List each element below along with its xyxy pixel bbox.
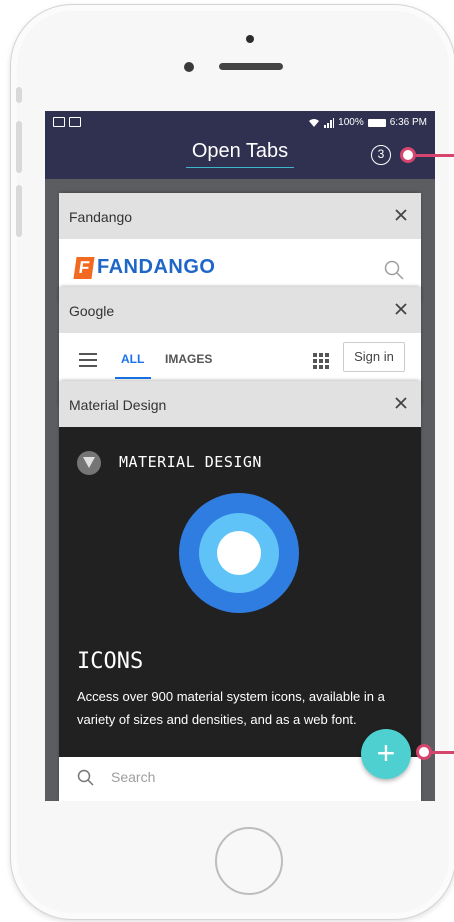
- calendar-icon: [53, 117, 65, 127]
- section-heading: ICONS: [77, 649, 144, 674]
- apps-grid-icon: [313, 353, 329, 369]
- fandango-logo-text: FANDANGO: [97, 256, 216, 278]
- tab-count-badge[interactable]: 3: [371, 145, 391, 165]
- system-icons: 100% 6:36 PM: [308, 117, 427, 128]
- close-icon[interactable]: [391, 393, 411, 413]
- signal-icon: [324, 117, 335, 128]
- sign-in-button: Sign in: [343, 342, 405, 372]
- tab-title: Material Design: [69, 397, 167, 413]
- close-icon[interactable]: [391, 299, 411, 319]
- status-bar: 100% 6:36 PM: [45, 111, 435, 137]
- search-icon: [384, 260, 404, 280]
- google-tab-all: ALL: [121, 352, 145, 366]
- new-tab-button[interactable]: +: [361, 729, 411, 779]
- tab-title: Google: [69, 303, 115, 319]
- section-description: Access over 900 material system icons, a…: [77, 689, 385, 727]
- active-tab-indicator: [115, 377, 151, 379]
- material-design-logo: [77, 451, 101, 475]
- google-tab-images: IMAGES: [165, 352, 213, 366]
- earpiece-speaker: [219, 63, 283, 70]
- title-underline: [186, 167, 294, 168]
- volume-up-button: [16, 121, 22, 173]
- proximity-sensor: [184, 62, 194, 72]
- fandango-logo-mark: F: [73, 256, 95, 279]
- search-placeholder: Search: [111, 769, 156, 785]
- page-title: Open Tabs: [191, 140, 289, 162]
- battery-icon: [367, 118, 386, 127]
- home-button[interactable]: [215, 827, 283, 895]
- material-design-brand: MATERIAL DESIGN: [119, 453, 262, 471]
- volume-down-button: [16, 185, 22, 237]
- tab-preview: F FANDANGO: [59, 239, 421, 293]
- tab-card-header: Fandango: [59, 193, 421, 239]
- search-icon: [77, 769, 94, 786]
- mail-icon: [69, 117, 81, 127]
- notification-icons: [53, 117, 81, 127]
- close-icon[interactable]: [391, 205, 411, 225]
- silent-switch: [16, 87, 22, 103]
- wifi-icon: [309, 118, 320, 127]
- screen: 100% 6:36 PM Open Tabs 3 Fandango F FAND…: [45, 111, 435, 801]
- tab-card-header: Material Design: [59, 381, 421, 427]
- clock: 6:36 PM: [389, 117, 427, 128]
- app-bar: Open Tabs 3: [45, 137, 435, 179]
- fandango-logo: F FANDANGO: [73, 256, 216, 279]
- tab-preview: MATERIAL DESIGN ICONS Access over 900 ma…: [59, 427, 421, 757]
- menu-icon: [79, 353, 97, 367]
- tab-title: Fandango: [69, 209, 133, 225]
- front-camera: [246, 35, 254, 43]
- icons-hero-center: [217, 531, 261, 575]
- tab-card-header: Google: [59, 287, 421, 333]
- battery-percent: 100%: [338, 117, 364, 128]
